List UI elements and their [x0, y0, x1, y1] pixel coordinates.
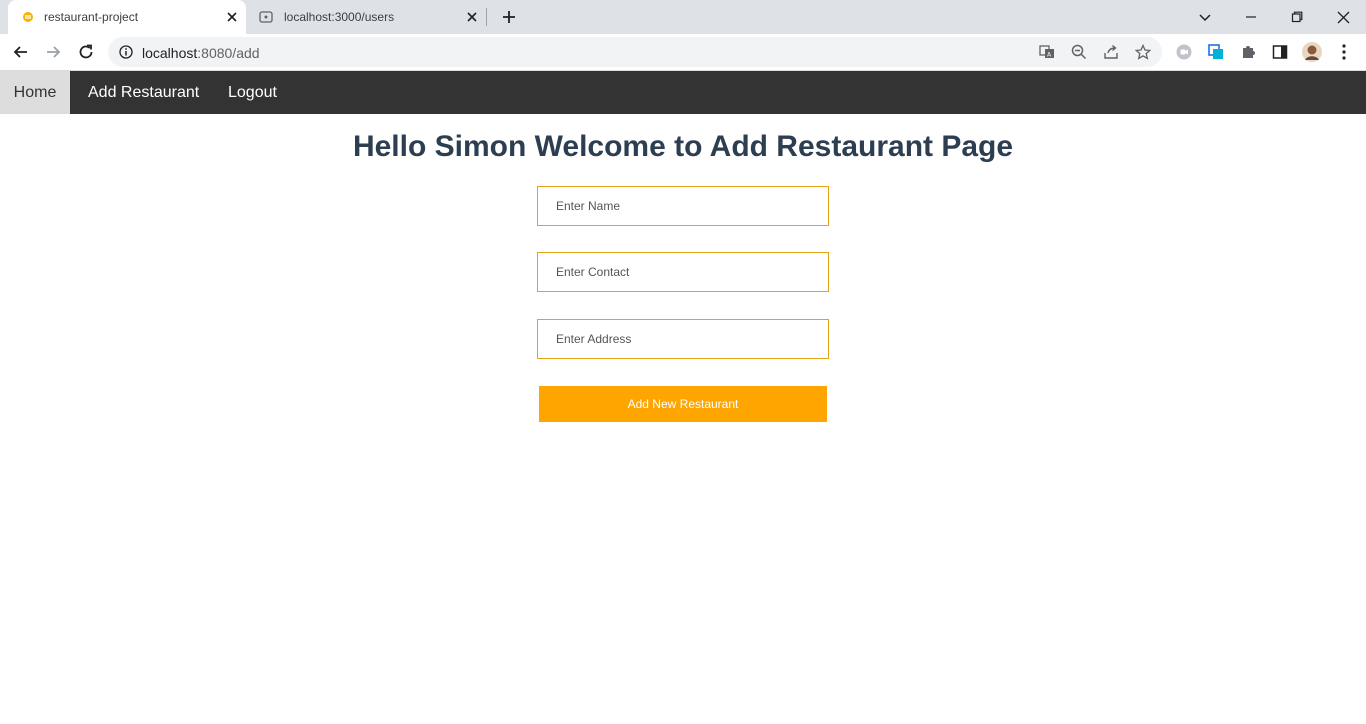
address-bar[interactable]: localhost:8080/add A [108, 37, 1162, 67]
tab-localhost-users[interactable]: localhost:3000/users [248, 0, 486, 34]
tab-search-chevron-icon[interactable] [1195, 7, 1215, 27]
close-icon[interactable] [464, 9, 480, 25]
tab-restaurant-project[interactable]: restaurant-project [8, 0, 246, 34]
kebab-menu-icon[interactable] [1334, 42, 1354, 62]
zoom-out-icon[interactable] [1071, 44, 1087, 60]
add-new-restaurant-button[interactable]: Add New Restaurant [539, 386, 827, 422]
page-title: Hello Simon Welcome to Add Restaurant Pa… [352, 130, 1014, 163]
contact-input[interactable] [537, 252, 829, 292]
extension-screen-icon[interactable] [1206, 42, 1226, 62]
close-icon[interactable] [224, 9, 240, 25]
minimize-icon[interactable] [1241, 7, 1261, 27]
url-path: :8080/add [197, 45, 260, 61]
close-window-icon[interactable] [1333, 7, 1353, 27]
url-text: localhost:8080/add [142, 45, 260, 61]
nav-logout-link[interactable]: Logout [228, 71, 277, 114]
restore-icon[interactable] [1287, 7, 1307, 27]
new-tab-plus-icon[interactable] [500, 8, 518, 26]
back-arrow-icon[interactable] [11, 42, 31, 62]
reload-icon[interactable] [76, 42, 96, 62]
browser-tab-strip: restaurant-project localhost:3000/users [0, 0, 1366, 34]
nav-add-restaurant-link[interactable]: Add Restaurant [88, 71, 199, 114]
forward-arrow-icon[interactable] [43, 42, 63, 62]
address-input[interactable] [537, 319, 829, 359]
url-host: localhost [142, 45, 198, 61]
translate-icon[interactable]: A [1039, 44, 1055, 60]
profile-avatar[interactable] [1302, 42, 1322, 62]
vue-favicon-icon [21, 10, 35, 24]
share-icon[interactable] [1103, 44, 1119, 60]
browser-toolbar: localhost:8080/add A [0, 34, 1366, 71]
bookmark-star-icon[interactable] [1135, 44, 1151, 60]
tab-title: localhost:3000/users [284, 10, 395, 24]
extensions-puzzle-icon[interactable] [1238, 42, 1258, 62]
tab-title: restaurant-project [44, 10, 139, 24]
nav-home-link[interactable]: Home [0, 71, 70, 114]
side-panel-icon[interactable] [1270, 42, 1290, 62]
globe-favicon-icon [259, 10, 273, 24]
top-navbar: Home Add Restaurant Logout [0, 71, 1366, 114]
tab-separator [486, 8, 487, 26]
extension-record-icon[interactable] [1174, 42, 1194, 62]
name-input[interactable] [537, 186, 829, 226]
info-icon[interactable] [119, 45, 133, 59]
